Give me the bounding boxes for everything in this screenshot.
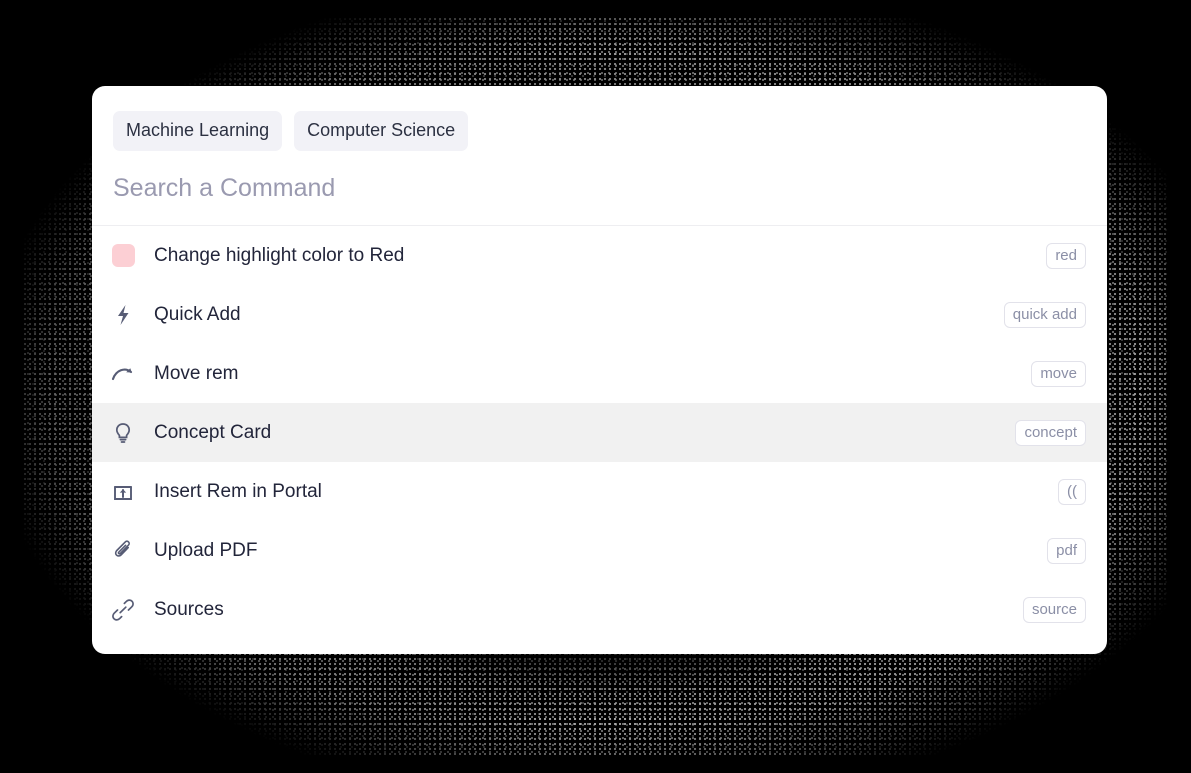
command-label: Move rem	[154, 363, 1031, 385]
command-row-move-rem[interactable]: Move rem move	[92, 344, 1107, 403]
command-badge: concept	[1015, 420, 1086, 446]
search-command-input[interactable]	[113, 174, 1086, 203]
command-badge: pdf	[1047, 538, 1086, 564]
command-label: Change highlight color to Red	[154, 245, 1046, 267]
command-label: Concept Card	[154, 422, 1015, 444]
search-row	[92, 151, 1107, 226]
command-label: Sources	[154, 599, 1023, 621]
command-row-change-highlight-color-to-red[interactable]: Change highlight color to Red red	[92, 226, 1107, 285]
portal-box-arrow-up-icon	[92, 481, 154, 503]
command-badge: ((	[1058, 479, 1086, 505]
tag-machine-learning[interactable]: Machine Learning	[113, 111, 282, 151]
tag-computer-science[interactable]: Computer Science	[294, 111, 468, 151]
command-badge: source	[1023, 597, 1086, 623]
color-swatch-red-icon	[92, 244, 154, 267]
lightbulb-icon	[92, 422, 154, 444]
command-badge: move	[1031, 361, 1086, 387]
lightning-bolt-icon	[92, 304, 154, 326]
command-row-insert-rem-in-portal[interactable]: Insert Rem in Portal ((	[92, 462, 1107, 521]
command-row-quick-add[interactable]: Quick Add quick add	[92, 285, 1107, 344]
paperclip-icon	[92, 539, 154, 563]
command-badge: quick add	[1004, 302, 1086, 328]
command-label: Quick Add	[154, 304, 1004, 326]
command-palette-card: Machine Learning Computer Science Change…	[92, 86, 1107, 654]
command-badge: red	[1046, 243, 1086, 269]
page-background: Machine Learning Computer Science Change…	[0, 0, 1191, 773]
command-list: Change highlight color to Red red Quick …	[92, 226, 1107, 639]
tag-row: Machine Learning Computer Science	[92, 86, 1107, 151]
command-label: Insert Rem in Portal	[154, 481, 1058, 503]
command-row-upload-pdf[interactable]: Upload PDF pdf	[92, 521, 1107, 580]
link-chain-icon	[92, 599, 154, 621]
command-row-sources[interactable]: Sources source	[92, 580, 1107, 639]
curved-arrow-icon	[92, 365, 154, 383]
command-label: Upload PDF	[154, 540, 1047, 562]
command-row-concept-card[interactable]: Concept Card concept	[92, 403, 1107, 462]
